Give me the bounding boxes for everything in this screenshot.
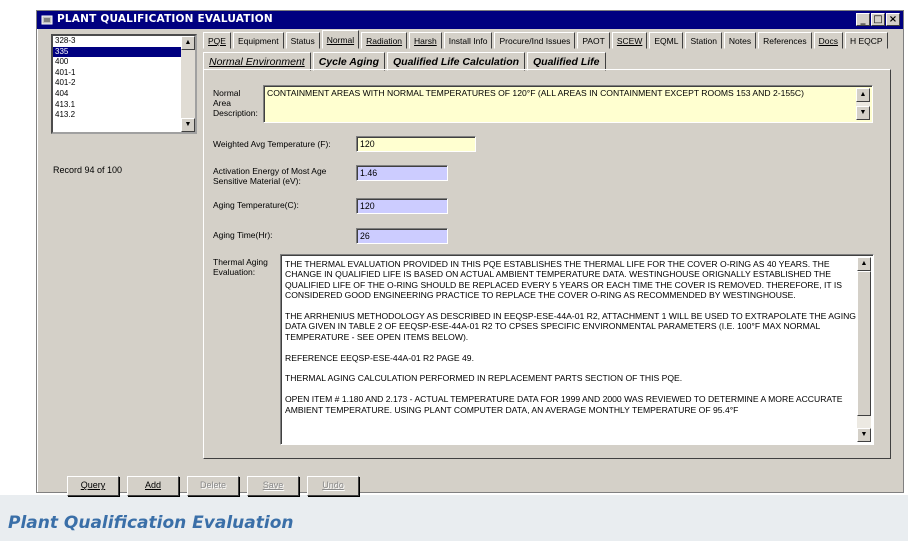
- tab-label: Docs: [818, 36, 838, 46]
- delete-button[interactable]: Delete: [187, 476, 239, 496]
- app-icon: [41, 15, 53, 25]
- evaluation-paragraph: THE THERMAL EVALUATION PROVIDED IN THIS …: [285, 259, 842, 301]
- add-button[interactable]: Add: [127, 476, 179, 496]
- activation-energy-label-line2: Sensitive Material (eV):: [213, 176, 301, 186]
- tab-references[interactable]: References: [758, 32, 812, 49]
- record-list[interactable]: 328-3 335 400 401-1 401-2 404 413.1 413.…: [51, 34, 197, 134]
- list-item[interactable]: 328-3: [53, 36, 195, 47]
- scroll-down-icon[interactable]: ▼: [181, 118, 195, 132]
- save-button[interactable]: Save: [247, 476, 299, 496]
- main-window: PLANT QUALIFICATION EVALUATION _ □ × 328…: [36, 10, 904, 496]
- minimize-button[interactable]: _: [856, 13, 870, 26]
- tab-docs[interactable]: Docs: [813, 32, 843, 49]
- button-label: Undo: [322, 480, 344, 490]
- scroll-up-icon[interactable]: ▲: [856, 88, 870, 102]
- thermal-aging-text: THE THERMAL EVALUATION PROVIDED IN THIS …: [285, 259, 865, 445]
- aging-temperature-field[interactable]: 120: [356, 198, 448, 214]
- tab-notes[interactable]: Notes: [723, 32, 757, 49]
- figure-caption: Plant Qualification Evaluation: [8, 513, 294, 533]
- button-label: Add: [144, 480, 161, 490]
- undo-button[interactable]: Undo: [307, 476, 359, 496]
- tab-label: Harsh: [414, 36, 437, 46]
- scroll-down-icon[interactable]: ▼: [856, 106, 870, 120]
- tab-label: Radiation: [366, 36, 403, 46]
- evaluation-paragraph: REFERENCE EEQSP-ESE-44A-01 R2 PAGE 49.: [285, 352, 474, 363]
- tab-paot[interactable]: PAOT: [577, 32, 610, 49]
- tab-procure-ind-issues[interactable]: Procure/Ind Issues: [494, 32, 576, 49]
- list-scrollbar[interactable]: ▲ ▼: [181, 36, 195, 132]
- list-item[interactable]: 401-1: [53, 68, 195, 79]
- title-bar[interactable]: PLANT QUALIFICATION EVALUATION _ □ ×: [37, 11, 903, 29]
- tab-scew[interactable]: SCEW: [611, 32, 648, 49]
- tab-station[interactable]: Station: [685, 32, 722, 49]
- thermal-aging-label-line1: Thermal Aging: [213, 257, 268, 267]
- list-item[interactable]: 400: [53, 57, 195, 68]
- area-description-field[interactable]: CONTAINMENT AREAS WITH NORMAL TEMPERATUR…: [263, 85, 873, 123]
- record-counter: Record 94 of 100: [53, 165, 123, 175]
- evaluation-paragraph: OPEN ITEM # 1.180 AND 2.173 - ACTUAL TEM…: [285, 394, 843, 415]
- tab-install-info[interactable]: Install Info: [443, 32, 493, 49]
- main-tab-bar: PQE Equipment Status Normal Radiation Ha…: [203, 30, 890, 49]
- query-button[interactable]: Query: [67, 476, 119, 496]
- tab-status[interactable]: Status: [285, 32, 320, 49]
- tab-label: SCEW: [616, 36, 643, 46]
- list-item[interactable]: 404: [53, 89, 195, 100]
- list-item[interactable]: 413.1: [53, 100, 195, 111]
- tab-radiation[interactable]: Radiation: [361, 32, 408, 49]
- list-item-selected[interactable]: 335: [53, 46, 195, 58]
- evaluation-paragraph: THERMAL AGING CALCULATION PERFORMED IN R…: [285, 373, 683, 384]
- tab-label: PQE: [208, 36, 226, 46]
- close-button[interactable]: ×: [886, 13, 900, 26]
- thermal-aging-label-line2: Evaluation:: [213, 267, 256, 277]
- action-button-row: Query Add Delete Save Undo: [67, 476, 359, 496]
- aging-time-field[interactable]: 26: [356, 228, 448, 244]
- tab-h-eqcp[interactable]: H EQCP: [844, 32, 888, 49]
- weighted-avg-temp-field[interactable]: 120: [356, 136, 476, 152]
- aging-time-label: Aging Time(Hr):: [213, 230, 273, 240]
- list-item[interactable]: 401-2: [53, 78, 195, 89]
- aging-temperature-label: Aging Temperature(C):: [213, 200, 299, 210]
- tab-equipment[interactable]: Equipment: [232, 32, 284, 49]
- activation-energy-field[interactable]: 1.46: [356, 165, 448, 181]
- activation-energy-label-line1: Activation Energy of Most Age: [213, 166, 327, 176]
- tab-pqe[interactable]: PQE: [203, 32, 231, 49]
- tab-normal[interactable]: Normal: [321, 30, 360, 49]
- button-label: Save: [262, 480, 284, 490]
- button-label: Query: [80, 480, 106, 490]
- tab-eqml[interactable]: EQML: [649, 32, 684, 49]
- area-scrollbar[interactable]: ▲ ▼: [856, 88, 870, 120]
- subtab-label: Normal Environment: [209, 56, 305, 68]
- window-title: PLANT QUALIFICATION EVALUATION: [57, 13, 273, 25]
- evaluation-paragraph: THE ARRHENIUS METHODOLOGY AS DESCRIBED I…: [285, 311, 856, 342]
- tab-label: Normal: [326, 35, 355, 45]
- tab-harsh[interactable]: Harsh: [409, 32, 442, 49]
- list-item[interactable]: 413.2: [53, 110, 195, 121]
- maximize-button[interactable]: □: [871, 13, 885, 26]
- area-description-label: Normal Area Description:: [213, 88, 258, 118]
- weighted-avg-temp-label: Weighted Avg Temperature (F):: [213, 139, 331, 149]
- scroll-up-icon[interactable]: ▲: [181, 36, 195, 50]
